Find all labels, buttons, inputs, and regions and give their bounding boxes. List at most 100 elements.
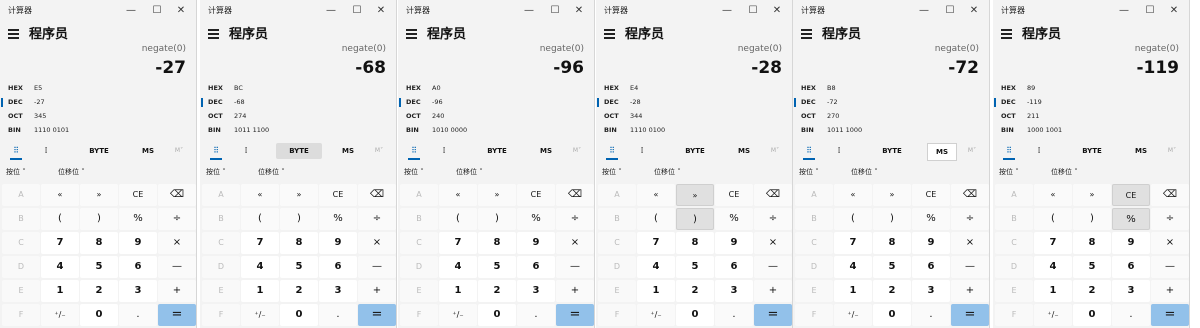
- hex-b-key[interactable]: B: [598, 208, 636, 230]
- digit-5-key[interactable]: 5: [1073, 256, 1111, 278]
- hex-e-key[interactable]: E: [795, 280, 833, 302]
- maximize-button[interactable]: ☐: [344, 2, 370, 20]
- full-keypad-tab[interactable]: ⠿: [999, 143, 1019, 160]
- digit-0-key[interactable]: 0: [80, 304, 118, 326]
- hex-c-key[interactable]: C: [795, 232, 833, 254]
- digit-9-key[interactable]: 9: [912, 232, 950, 254]
- clear-entry-key[interactable]: CE: [912, 184, 950, 206]
- word-size-button[interactable]: BYTE: [276, 143, 322, 159]
- hex-b-key[interactable]: B: [2, 208, 40, 230]
- hamburger-menu-icon[interactable]: [208, 29, 219, 39]
- add-key[interactable]: +: [1151, 280, 1189, 302]
- digit-1-key[interactable]: 1: [439, 280, 477, 302]
- digit-9-key[interactable]: 9: [319, 232, 357, 254]
- clear-entry-key[interactable]: CE: [715, 184, 753, 206]
- open-paren-key[interactable]: (: [41, 208, 79, 230]
- hex-a-key[interactable]: A: [795, 184, 833, 206]
- radix-row-dec[interactable]: DEC -119: [993, 96, 1189, 109]
- hamburger-menu-icon[interactable]: [1001, 29, 1012, 39]
- negate-key[interactable]: ⁺∕₋: [241, 304, 279, 326]
- digit-2-key[interactable]: 2: [280, 280, 318, 302]
- digit-5-key[interactable]: 5: [280, 256, 318, 278]
- digit-8-key[interactable]: 8: [1073, 232, 1111, 254]
- memory-list-button[interactable]: M˅: [963, 143, 981, 159]
- hex-d-key[interactable]: D: [400, 256, 438, 278]
- bitshift-dropdown[interactable]: 位移位 ˅: [851, 165, 878, 179]
- left-shift-key[interactable]: «: [41, 184, 79, 206]
- hex-e-key[interactable]: E: [995, 280, 1033, 302]
- radix-row-oct[interactable]: OCT 270: [793, 110, 989, 123]
- radix-row-dec[interactable]: DEC -28: [596, 96, 792, 109]
- negate-key[interactable]: ⁺∕₋: [1034, 304, 1072, 326]
- memory-store-button[interactable]: MS: [1127, 143, 1155, 159]
- digit-9-key[interactable]: 9: [119, 232, 157, 254]
- radix-row-dec[interactable]: DEC -27: [0, 96, 196, 109]
- digit-5-key[interactable]: 5: [676, 256, 714, 278]
- hamburger-menu-icon[interactable]: [8, 29, 19, 39]
- close-button[interactable]: ✕: [566, 2, 592, 20]
- radix-row-bin[interactable]: BIN 1110 0100: [596, 124, 792, 137]
- hamburger-menu-icon[interactable]: [406, 29, 417, 39]
- minimize-button[interactable]: —: [1111, 2, 1137, 20]
- bitwise-dropdown[interactable]: 按位 ˅: [999, 165, 1019, 179]
- radix-row-oct[interactable]: OCT 345: [0, 110, 196, 123]
- digit-9-key[interactable]: 9: [1112, 232, 1150, 254]
- radix-row-bin[interactable]: BIN 1000 1001: [993, 124, 1189, 137]
- decimal-key[interactable]: .: [517, 304, 555, 326]
- digit-1-key[interactable]: 1: [241, 280, 279, 302]
- hex-f-key[interactable]: F: [598, 304, 636, 326]
- close-button[interactable]: ✕: [961, 2, 987, 20]
- bitshift-dropdown[interactable]: 位移位 ˅: [456, 165, 483, 179]
- minimize-button[interactable]: —: [714, 2, 740, 20]
- hex-f-key[interactable]: F: [795, 304, 833, 326]
- radix-row-oct[interactable]: OCT 240: [398, 110, 594, 123]
- backspace-key[interactable]: ⌫: [1151, 184, 1189, 206]
- right-shift-key[interactable]: »: [80, 184, 118, 206]
- close-button[interactable]: ✕: [1161, 2, 1187, 20]
- add-key[interactable]: +: [358, 280, 396, 302]
- word-size-button[interactable]: BYTE: [869, 143, 915, 159]
- hex-a-key[interactable]: A: [598, 184, 636, 206]
- radix-row-dec[interactable]: DEC -72: [793, 96, 989, 109]
- digit-7-key[interactable]: 7: [637, 232, 675, 254]
- radix-row-hex[interactable]: HEX A0: [398, 82, 594, 95]
- digit-8-key[interactable]: 8: [676, 232, 714, 254]
- radix-row-bin[interactable]: BIN 1011 1100: [200, 124, 396, 137]
- hex-b-key[interactable]: B: [400, 208, 438, 230]
- hex-f-key[interactable]: F: [2, 304, 40, 326]
- hex-d-key[interactable]: D: [795, 256, 833, 278]
- digit-8-key[interactable]: 8: [80, 232, 118, 254]
- digit-0-key[interactable]: 0: [873, 304, 911, 326]
- bitwise-dropdown[interactable]: 按位 ˅: [404, 165, 424, 179]
- hex-b-key[interactable]: B: [202, 208, 240, 230]
- digit-0-key[interactable]: 0: [676, 304, 714, 326]
- hex-d-key[interactable]: D: [2, 256, 40, 278]
- equals-key[interactable]: =: [158, 304, 196, 326]
- minimize-button[interactable]: —: [516, 2, 542, 20]
- clear-entry-key[interactable]: CE: [1112, 184, 1150, 206]
- maximize-button[interactable]: ☐: [937, 2, 963, 20]
- memory-store-button[interactable]: MS: [730, 143, 758, 159]
- maximize-button[interactable]: ☐: [740, 2, 766, 20]
- right-shift-key[interactable]: »: [478, 184, 516, 206]
- radix-row-dec[interactable]: DEC -96: [398, 96, 594, 109]
- decimal-key[interactable]: .: [119, 304, 157, 326]
- equals-key[interactable]: =: [1151, 304, 1189, 326]
- digit-6-key[interactable]: 6: [912, 256, 950, 278]
- hex-e-key[interactable]: E: [598, 280, 636, 302]
- digit-7-key[interactable]: 7: [1034, 232, 1072, 254]
- left-shift-key[interactable]: «: [439, 184, 477, 206]
- digit-8-key[interactable]: 8: [478, 232, 516, 254]
- modulo-key[interactable]: %: [119, 208, 157, 230]
- digit-4-key[interactable]: 4: [41, 256, 79, 278]
- clear-entry-key[interactable]: CE: [119, 184, 157, 206]
- digit-1-key[interactable]: 1: [1034, 280, 1072, 302]
- digit-3-key[interactable]: 3: [912, 280, 950, 302]
- hex-f-key[interactable]: F: [202, 304, 240, 326]
- digit-7-key[interactable]: 7: [834, 232, 872, 254]
- left-shift-key[interactable]: «: [241, 184, 279, 206]
- hex-d-key[interactable]: D: [598, 256, 636, 278]
- bit-toggle-tab[interactable]: ⁞: [634, 143, 650, 159]
- digit-7-key[interactable]: 7: [439, 232, 477, 254]
- negate-key[interactable]: ⁺∕₋: [637, 304, 675, 326]
